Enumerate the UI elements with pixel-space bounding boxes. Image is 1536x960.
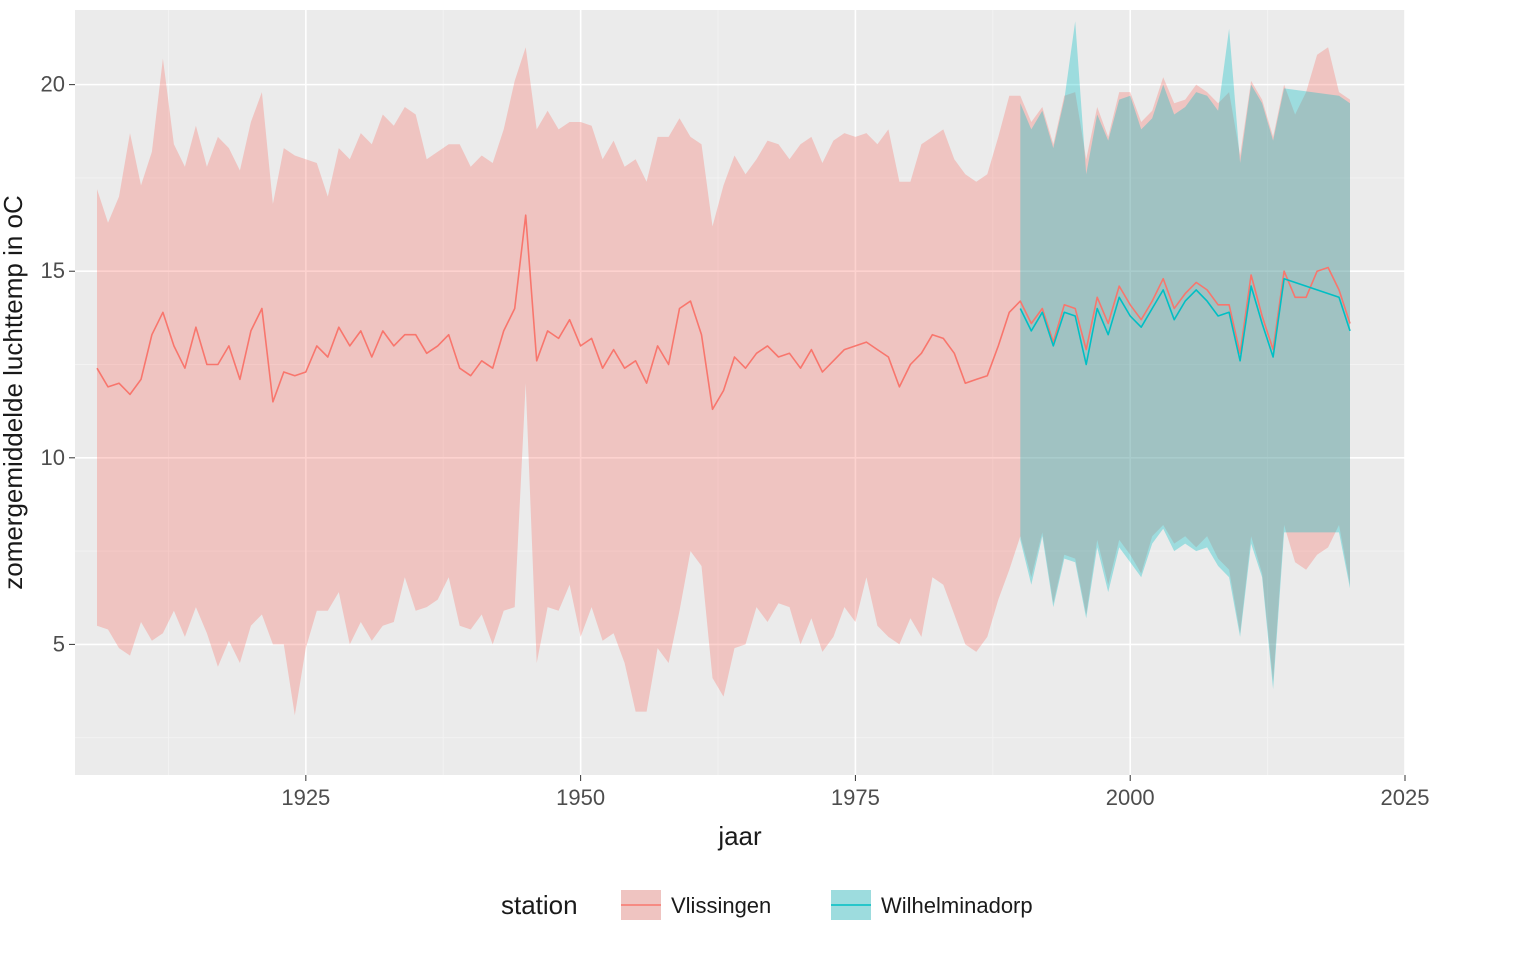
x-tick-label: 1975 <box>831 785 880 810</box>
legend-item: Wilhelminadorp <box>831 890 1033 920</box>
y-tick-label: 5 <box>53 631 65 656</box>
y-tick-label: 20 <box>41 72 65 97</box>
x-axis-title: jaar <box>717 821 762 851</box>
y-axis-title: zomergemiddelde luchttemp in oC <box>0 195 28 590</box>
legend-label: Wilhelminadorp <box>881 893 1033 918</box>
chart-container: 5 10 15 20 1925 1950 1975 2000 2025 jaar zomergemi… <box>0 0 1536 960</box>
x-tick-label: 2025 <box>1381 785 1430 810</box>
y-tick-label: 15 <box>41 258 65 283</box>
x-tick-label: 2000 <box>1106 785 1155 810</box>
y-tick-label: 10 <box>41 445 65 470</box>
legend-title: station <box>501 890 578 920</box>
x-tick-label: 1950 <box>556 785 605 810</box>
chart-svg: 5 10 15 20 1925 1950 1975 2000 2025 jaar zomergemi… <box>0 0 1536 960</box>
legend-label: Vlissingen <box>671 893 771 918</box>
x-tick-label: 1925 <box>281 785 330 810</box>
legend-item: Vlissingen <box>621 890 771 920</box>
